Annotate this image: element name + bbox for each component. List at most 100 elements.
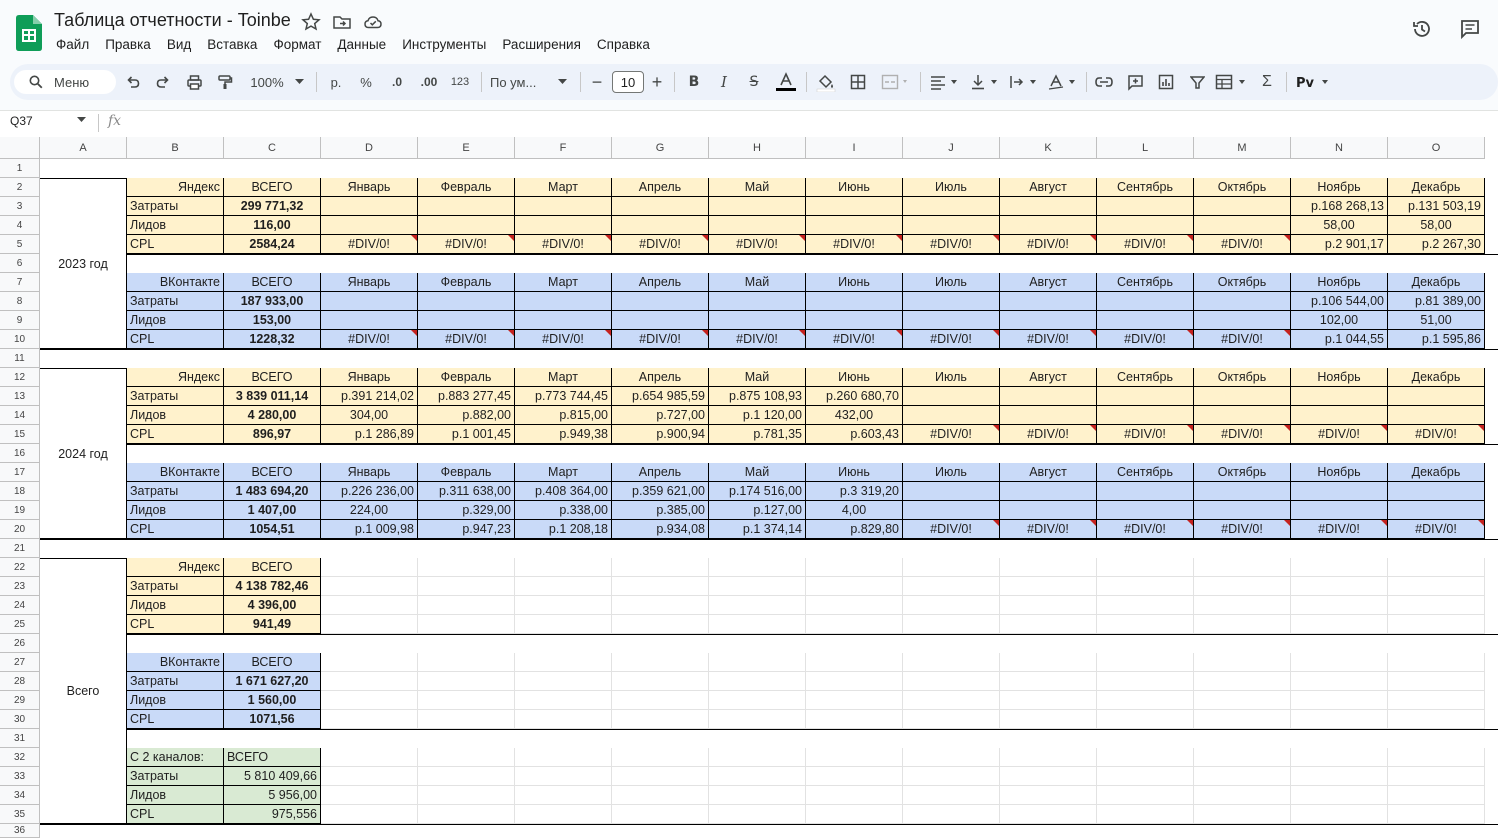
cpl-label[interactable]: CPL bbox=[127, 615, 224, 634]
grid-cell[interactable] bbox=[1000, 672, 1097, 691]
leads-value[interactable] bbox=[1194, 216, 1291, 235]
leads-value[interactable]: р.815,00 bbox=[515, 406, 612, 425]
spend-value[interactable]: р.391 214,02 bbox=[321, 387, 418, 406]
month-header[interactable]: Январь bbox=[321, 463, 418, 482]
row-header-6[interactable]: 6 bbox=[0, 254, 40, 273]
percent-format-button[interactable]: % bbox=[356, 70, 376, 94]
column-header-b[interactable]: B bbox=[127, 137, 224, 159]
column-header-i[interactable]: I bbox=[806, 137, 903, 159]
cpl-value[interactable]: р.949,38 bbox=[515, 425, 612, 444]
grid-cell[interactable] bbox=[1097, 748, 1194, 767]
grid-cell[interactable] bbox=[1194, 558, 1291, 577]
leads-value[interactable] bbox=[515, 311, 612, 330]
month-header[interactable]: Сентябрь bbox=[1097, 178, 1194, 197]
insert-comment-button[interactable] bbox=[1124, 70, 1146, 94]
yandex-header[interactable]: Яндекс bbox=[127, 368, 224, 387]
grid-cell[interactable] bbox=[709, 653, 806, 672]
spend-value[interactable]: р.654 985,59 bbox=[612, 387, 709, 406]
total-header[interactable]: ВСЕГО bbox=[224, 273, 321, 292]
month-header[interactable]: Октябрь bbox=[1194, 463, 1291, 482]
spend-value[interactable]: р.168 268,13 bbox=[1291, 197, 1388, 216]
cpl-value[interactable]: #DIV/0! bbox=[515, 235, 612, 254]
grid-cell[interactable] bbox=[321, 691, 418, 710]
grid-cell[interactable] bbox=[418, 558, 515, 577]
cpl-value[interactable]: #DIV/0! bbox=[1291, 520, 1388, 539]
grid-cell[interactable] bbox=[806, 672, 903, 691]
grid-cell[interactable] bbox=[1291, 805, 1388, 824]
month-header[interactable]: Февраль bbox=[418, 178, 515, 197]
cpl-value[interactable]: р.947,23 bbox=[418, 520, 515, 539]
select-all-corner[interactable] bbox=[0, 137, 40, 159]
spend-total[interactable]: 5 810 409,66 bbox=[224, 767, 321, 786]
row-header-7[interactable]: 7 bbox=[0, 273, 40, 292]
increase-font-size-button[interactable]: + bbox=[648, 70, 666, 94]
column-header-l[interactable]: L bbox=[1097, 137, 1194, 159]
grid-cell[interactable] bbox=[806, 691, 903, 710]
spend-value[interactable] bbox=[1388, 387, 1485, 406]
row-header-3[interactable]: 3 bbox=[0, 197, 40, 216]
grid-cell[interactable] bbox=[418, 786, 515, 805]
month-header[interactable]: Ноябрь bbox=[1291, 463, 1388, 482]
spend-value[interactable] bbox=[1194, 197, 1291, 216]
month-header[interactable]: Март bbox=[515, 463, 612, 482]
grid-cell[interactable] bbox=[612, 653, 709, 672]
grid-cell[interactable] bbox=[321, 577, 418, 596]
grid-cell[interactable] bbox=[1097, 767, 1194, 786]
leads-value[interactable]: р.127,00 bbox=[709, 501, 806, 520]
cpl-value[interactable]: #DIV/0! bbox=[1194, 330, 1291, 349]
cpl-value[interactable]: р.1 044,55 bbox=[1291, 330, 1388, 349]
total-header[interactable]: ВСЕГО bbox=[224, 178, 321, 197]
spend-total[interactable]: 3 839 011,14 bbox=[224, 387, 321, 406]
total-header[interactable]: ВСЕГО bbox=[224, 558, 321, 577]
column-header-n[interactable]: N bbox=[1291, 137, 1388, 159]
leads-label[interactable]: Лидов bbox=[127, 786, 224, 805]
spend-value[interactable] bbox=[515, 197, 612, 216]
cpl-value[interactable]: #DIV/0! bbox=[1194, 425, 1291, 444]
leads-value[interactable] bbox=[321, 216, 418, 235]
grid-cell[interactable] bbox=[709, 767, 806, 786]
spend-label[interactable]: Затраты bbox=[127, 292, 224, 311]
month-header[interactable]: Апрель bbox=[612, 368, 709, 387]
cpl-total[interactable]: 1054,51 bbox=[224, 520, 321, 539]
cpl-value[interactable]: #DIV/0! bbox=[903, 425, 1000, 444]
spend-value[interactable] bbox=[1000, 387, 1097, 406]
grid-cell[interactable] bbox=[1388, 615, 1485, 634]
month-header[interactable]: Ноябрь bbox=[1291, 178, 1388, 197]
row-header-11[interactable]: 11 bbox=[0, 349, 40, 368]
month-header[interactable]: Август bbox=[1000, 368, 1097, 387]
number-format-button[interactable]: 123 bbox=[448, 70, 472, 94]
leads-label[interactable]: Лидов bbox=[127, 216, 224, 235]
leads-value[interactable]: р.338,00 bbox=[515, 501, 612, 520]
insert-link-button[interactable] bbox=[1093, 70, 1115, 94]
grid-cell[interactable] bbox=[1388, 596, 1485, 615]
row-header-33[interactable]: 33 bbox=[0, 767, 40, 786]
column-header-j[interactable]: J bbox=[903, 137, 1000, 159]
leads-value[interactable]: р.882,00 bbox=[418, 406, 515, 425]
grid-cell[interactable] bbox=[1291, 767, 1388, 786]
grid-cell[interactable] bbox=[806, 748, 903, 767]
undo-button[interactable] bbox=[122, 70, 144, 94]
spend-value[interactable] bbox=[1000, 482, 1097, 501]
month-header[interactable]: Март bbox=[515, 178, 612, 197]
grid-cell[interactable] bbox=[709, 672, 806, 691]
yandex-header[interactable]: Яндекс bbox=[127, 178, 224, 197]
grid-cell[interactable] bbox=[903, 767, 1000, 786]
grid-cell[interactable] bbox=[1388, 748, 1485, 767]
grid-cell[interactable] bbox=[806, 710, 903, 729]
grid-cell[interactable] bbox=[418, 767, 515, 786]
grid-cell[interactable] bbox=[321, 805, 418, 824]
cpl-value[interactable]: #DIV/0! bbox=[1388, 520, 1485, 539]
grid-cell[interactable] bbox=[1000, 615, 1097, 634]
grid-cell[interactable] bbox=[418, 653, 515, 672]
yandex-header[interactable]: Яндекс bbox=[127, 558, 224, 577]
grid-cell[interactable] bbox=[806, 805, 903, 824]
grid-cell[interactable] bbox=[1000, 767, 1097, 786]
grid-cell[interactable] bbox=[1097, 672, 1194, 691]
menu-view[interactable]: Вид bbox=[159, 36, 199, 56]
spend-label[interactable]: Затраты bbox=[127, 767, 224, 786]
cpl-value[interactable]: #DIV/0! bbox=[1000, 235, 1097, 254]
spend-value[interactable]: р.883 277,45 bbox=[418, 387, 515, 406]
leads-total[interactable]: 4 280,00 bbox=[224, 406, 321, 425]
row-header-28[interactable]: 28 bbox=[0, 672, 40, 691]
leads-value[interactable] bbox=[612, 216, 709, 235]
